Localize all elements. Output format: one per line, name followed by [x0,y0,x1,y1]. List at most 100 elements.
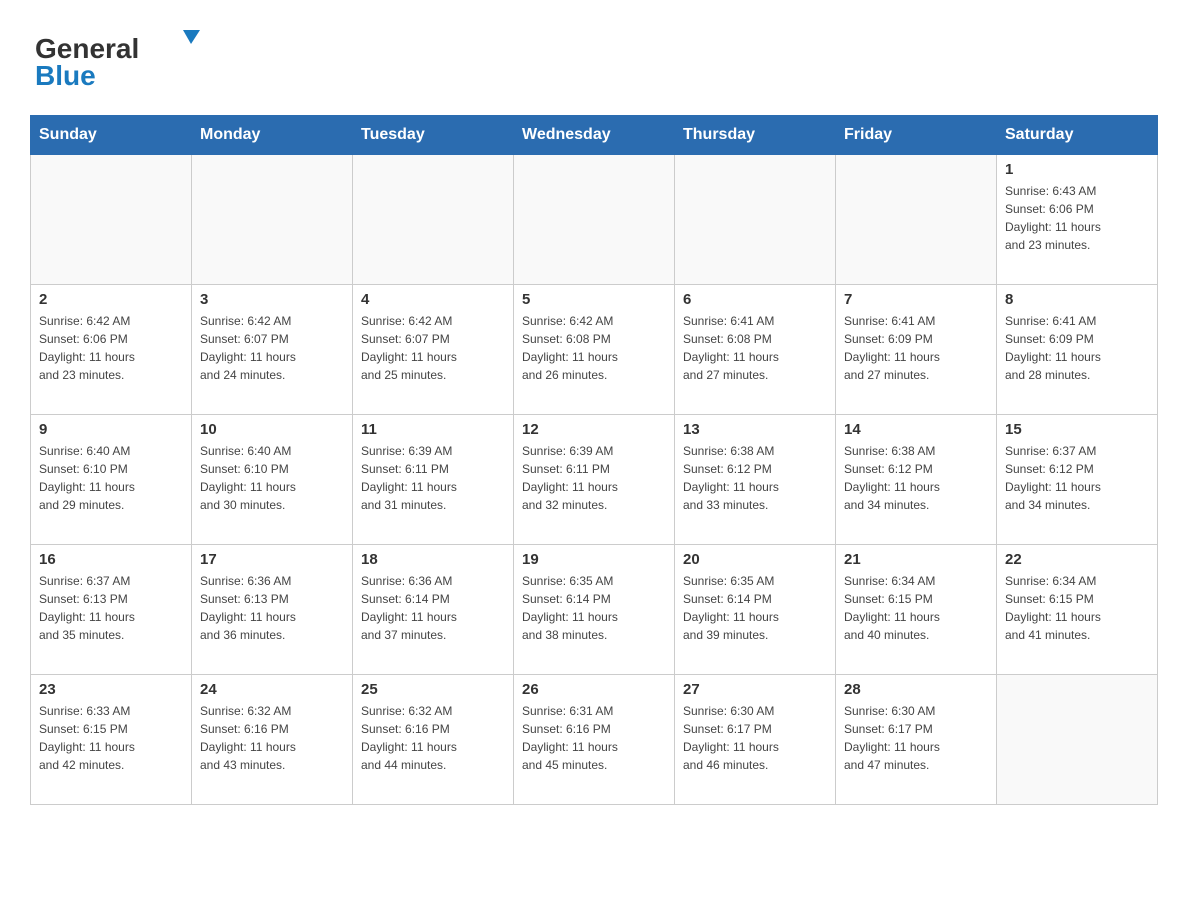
calendar-cell: 3 Sunrise: 6:42 AM Sunset: 6:07 PM Daylig… [192,285,353,415]
day-info: Sunrise: 6:42 AM Sunset: 6:07 PM Dayligh… [200,312,344,384]
day-info: Sunrise: 6:38 AM Sunset: 6:12 PM Dayligh… [844,442,988,514]
calendar-cell: 13 Sunrise: 6:38 AM Sunset: 6:12 PM Dayli… [675,415,836,545]
calendar-cell: 7 Sunrise: 6:41 AM Sunset: 6:09 PM Daylig… [836,285,997,415]
logo-svg: General Blue [30,20,220,95]
day-number: 23 [39,681,183,698]
week-row-5: 23 Sunrise: 6:33 AM Sunset: 6:15 PM Dayli… [31,675,1158,805]
calendar-cell: 26 Sunrise: 6:31 AM Sunset: 6:16 PM Dayli… [514,675,675,805]
calendar-cell: 25Sunrise: 6:32 AM Sunset: 6:16 PM Dayli… [353,675,514,805]
day-number: 27 [683,681,827,698]
day-number: 16 [39,551,183,568]
calendar-cell [514,155,675,285]
day-number: 15 [1005,421,1149,438]
day-number: 8 [1005,291,1149,308]
day-info: Sunrise: 6:37 AM Sunset: 6:12 PM Dayligh… [1005,442,1149,514]
day-number: 17 [200,551,344,568]
day-number: 5 [522,291,666,308]
weekday-header-tuesday: Tuesday [353,116,514,155]
calendar-cell [192,155,353,285]
day-number: 13 [683,421,827,438]
day-info: Sunrise: 6:34 AM Sunset: 6:15 PM Dayligh… [1005,572,1149,644]
day-info: Sunrise: 6:30 AM Sunset: 6:17 PM Dayligh… [683,702,827,774]
day-number: 6 [683,291,827,308]
day-info: Sunrise: 6:30 AM Sunset: 6:17 PM Dayligh… [844,702,988,774]
svg-text:Blue: Blue [35,60,96,91]
day-number: 3 [200,291,344,308]
weekday-header-thursday: Thursday [675,116,836,155]
calendar-cell: 23 Sunrise: 6:33 AM Sunset: 6:15 PM Dayli… [31,675,192,805]
day-number: 12 [522,421,666,438]
calendar-cell: 5 Sunrise: 6:42 AM Sunset: 6:08 PM Daylig… [514,285,675,415]
calendar-cell: 14Sunrise: 6:38 AM Sunset: 6:12 PM Dayli… [836,415,997,545]
day-info: Sunrise: 6:32 AM Sunset: 6:16 PM Dayligh… [361,702,505,774]
day-number: 11 [361,421,505,438]
day-info: Sunrise: 6:42 AM Sunset: 6:08 PM Dayligh… [522,312,666,384]
day-info: Sunrise: 6:38 AM Sunset: 6:12 PM Dayligh… [683,442,827,514]
day-number: 10 [200,421,344,438]
calendar-cell [836,155,997,285]
calendar-cell [31,155,192,285]
calendar-cell: 15 Sunrise: 6:37 AM Sunset: 6:12 PM Dayli… [997,415,1158,545]
weekday-header-wednesday: Wednesday [514,116,675,155]
day-info: Sunrise: 6:42 AM Sunset: 6:07 PM Dayligh… [361,312,505,384]
week-row-4: 16 Sunrise: 6:37 AM Sunset: 6:13 PM Dayli… [31,545,1158,675]
day-info: Sunrise: 6:41 AM Sunset: 6:08 PM Dayligh… [683,312,827,384]
weekday-header-saturday: Saturday [997,116,1158,155]
day-info: Sunrise: 6:39 AM Sunset: 6:11 PM Dayligh… [522,442,666,514]
calendar-cell: 11 Sunrise: 6:39 AM Sunset: 6:11 PM Dayli… [353,415,514,545]
calendar-cell: 12 Sunrise: 6:39 AM Sunset: 6:11 PM Dayli… [514,415,675,545]
day-info: Sunrise: 6:36 AM Sunset: 6:13 PM Dayligh… [200,572,344,644]
week-row-3: 9 Sunrise: 6:40 AM Sunset: 6:10 PM Daylig… [31,415,1158,545]
weekday-header-row: SundayMondayTuesdayWednesdayThursdayFrid… [31,116,1158,155]
calendar-cell: 27 Sunrise: 6:30 AM Sunset: 6:17 PM Dayli… [675,675,836,805]
day-info: Sunrise: 6:36 AM Sunset: 6:14 PM Dayligh… [361,572,505,644]
day-number: 4 [361,291,505,308]
day-info: Sunrise: 6:32 AM Sunset: 6:16 PM Dayligh… [200,702,344,774]
day-info: Sunrise: 6:42 AM Sunset: 6:06 PM Dayligh… [39,312,183,384]
page-header: General Blue [30,20,1158,95]
day-info: Sunrise: 6:41 AM Sunset: 6:09 PM Dayligh… [844,312,988,384]
day-info: Sunrise: 6:39 AM Sunset: 6:11 PM Dayligh… [361,442,505,514]
weekday-header-friday: Friday [836,116,997,155]
calendar-cell: 4 Sunrise: 6:42 AM Sunset: 6:07 PM Daylig… [353,285,514,415]
day-number: 1 [1005,161,1149,178]
logo: General Blue [30,20,220,95]
calendar-cell [997,675,1158,805]
day-info: Sunrise: 6:37 AM Sunset: 6:13 PM Dayligh… [39,572,183,644]
day-info: Sunrise: 6:33 AM Sunset: 6:15 PM Dayligh… [39,702,183,774]
day-number: 22 [1005,551,1149,568]
day-number: 18 [361,551,505,568]
calendar-cell: 28Sunrise: 6:30 AM Sunset: 6:17 PM Dayli… [836,675,997,805]
day-number: 2 [39,291,183,308]
week-row-2: 2 Sunrise: 6:42 AM Sunset: 6:06 PM Daylig… [31,285,1158,415]
calendar-cell: 1Sunrise: 6:43 AM Sunset: 6:06 PM Daylig… [997,155,1158,285]
day-number: 9 [39,421,183,438]
week-row-1: 1Sunrise: 6:43 AM Sunset: 6:06 PM Daylig… [31,155,1158,285]
calendar-cell: 20Sunrise: 6:35 AM Sunset: 6:14 PM Dayli… [675,545,836,675]
calendar-cell: 17 Sunrise: 6:36 AM Sunset: 6:13 PM Dayli… [192,545,353,675]
day-info: Sunrise: 6:34 AM Sunset: 6:15 PM Dayligh… [844,572,988,644]
calendar-cell: 19 Sunrise: 6:35 AM Sunset: 6:14 PM Dayli… [514,545,675,675]
day-info: Sunrise: 6:40 AM Sunset: 6:10 PM Dayligh… [39,442,183,514]
day-number: 7 [844,291,988,308]
calendar-cell: 21 Sunrise: 6:34 AM Sunset: 6:15 PM Dayli… [836,545,997,675]
weekday-header-monday: Monday [192,116,353,155]
calendar-table: SundayMondayTuesdayWednesdayThursdayFrid… [30,115,1158,805]
day-number: 24 [200,681,344,698]
calendar-cell: 6 Sunrise: 6:41 AM Sunset: 6:08 PM Daylig… [675,285,836,415]
calendar-cell: 8Sunrise: 6:41 AM Sunset: 6:09 PM Daylig… [997,285,1158,415]
day-info: Sunrise: 6:31 AM Sunset: 6:16 PM Dayligh… [522,702,666,774]
day-info: Sunrise: 6:35 AM Sunset: 6:14 PM Dayligh… [522,572,666,644]
calendar-cell [675,155,836,285]
day-number: 21 [844,551,988,568]
calendar-cell: 9 Sunrise: 6:40 AM Sunset: 6:10 PM Daylig… [31,415,192,545]
calendar-cell: 10Sunrise: 6:40 AM Sunset: 6:10 PM Dayli… [192,415,353,545]
day-number: 26 [522,681,666,698]
calendar-cell: 2 Sunrise: 6:42 AM Sunset: 6:06 PM Daylig… [31,285,192,415]
day-number: 19 [522,551,666,568]
day-info: Sunrise: 6:35 AM Sunset: 6:14 PM Dayligh… [683,572,827,644]
calendar-cell: 16 Sunrise: 6:37 AM Sunset: 6:13 PM Dayli… [31,545,192,675]
weekday-header-sunday: Sunday [31,116,192,155]
calendar-cell: 24 Sunrise: 6:32 AM Sunset: 6:16 PM Dayli… [192,675,353,805]
calendar-cell: 22 Sunrise: 6:34 AM Sunset: 6:15 PM Dayli… [997,545,1158,675]
